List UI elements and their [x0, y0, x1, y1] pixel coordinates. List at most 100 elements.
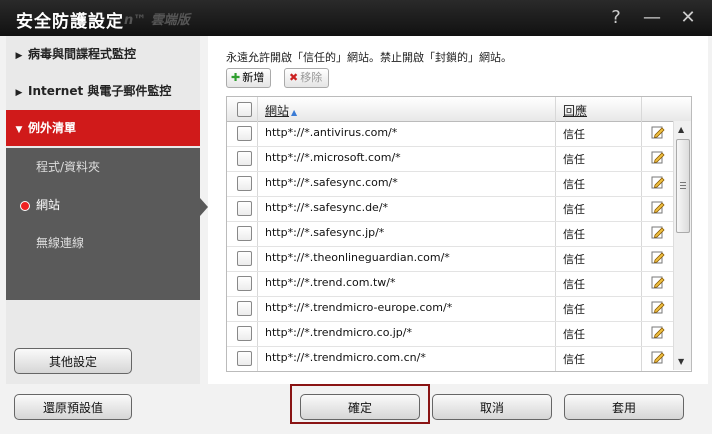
sidebar-item-label: 無線連線: [36, 236, 85, 250]
table-row[interactable]: http*://*.safesync.com/* 信任: [227, 171, 673, 197]
row-url: http*://*.safesync.jp/*: [265, 226, 385, 239]
sidebar-item-wireless[interactable]: 無線連線: [6, 224, 200, 262]
close-icon[interactable]: ✕: [676, 6, 700, 30]
row-checkbox[interactable]: [237, 126, 252, 141]
cancel-button[interactable]: 取消: [432, 394, 552, 420]
sidebar-item-exception-list[interactable]: ▼ 例外清單: [6, 110, 200, 146]
add-button-label: 新增: [242, 71, 265, 84]
pencil-icon[interactable]: [651, 225, 665, 239]
row-url: http*://*.safesync.com/*: [265, 176, 398, 189]
row-response: 信任: [563, 353, 585, 366]
sidebar-item-label: 程式/資料夾: [36, 160, 101, 174]
minimize-icon[interactable]: —: [640, 6, 664, 30]
red-dot-icon: [20, 201, 30, 211]
pencil-icon[interactable]: [651, 200, 665, 214]
pencil-icon[interactable]: [651, 150, 665, 164]
row-checkbox[interactable]: [237, 201, 252, 216]
help-icon[interactable]: ?: [604, 6, 628, 30]
sidebar-item-websites[interactable]: 網站: [6, 186, 200, 224]
pencil-icon[interactable]: [651, 325, 665, 339]
pencil-icon[interactable]: [651, 125, 665, 139]
sidebar-item-programs-folders[interactable]: 程式/資料夾: [6, 148, 200, 186]
row-url: http*://*.safesync.de/*: [265, 201, 389, 214]
plus-icon: ✚: [231, 71, 241, 84]
table-row[interactable]: http*://*.trendmicro.co.jp/* 信任: [227, 321, 673, 347]
table-row[interactable]: http*://*.theonlineguardian.com/* 信任: [227, 246, 673, 272]
window-controls: ? — ✕: [604, 6, 700, 30]
remove-button-label: 移除: [300, 71, 323, 84]
table-row[interactable]: http*://*.trendmicro.com.cn/* 信任: [227, 346, 673, 371]
scrollbar-thumb[interactable]: [676, 139, 690, 233]
pencil-icon[interactable]: [651, 350, 665, 364]
table-row[interactable]: http*://*.microsoft.com/* 信任: [227, 146, 673, 172]
settings-window: 安全防護設定 n™ 雲端版 ? — ✕ ▶ 病毒與間諜程式監控 ▶ Internet…: [0, 0, 712, 434]
scroll-up-icon[interactable]: ▲: [678, 125, 684, 134]
pencil-icon[interactable]: [651, 300, 665, 314]
row-url: http*://*.trendmicro.com.cn/*: [265, 351, 426, 364]
exception-subnav: 程式/資料夾 網站 無線連線: [6, 148, 200, 300]
table-row[interactable]: http*://*.trend.com.tw/* 信任: [227, 271, 673, 297]
remove-button[interactable]: ✖ 移除: [284, 68, 330, 88]
column-header-response[interactable]: 回應: [563, 102, 587, 119]
title-bar: 安全防護設定 n™ 雲端版 ? — ✕: [0, 0, 712, 36]
description-text: 永遠允許開啟「信任的」網站。禁止開啟「封鎖的」網站。: [226, 51, 512, 64]
pencil-icon[interactable]: [651, 175, 665, 189]
row-url: http*://*.theonlineguardian.com/*: [265, 251, 450, 264]
website-table: 網站 ▲ 回應 http*://*.antivirus.com/* 信任 http…: [226, 96, 692, 372]
table-scrollbar[interactable]: ▲ ▼: [673, 121, 691, 370]
table-row[interactable]: http*://*.safesync.jp/* 信任: [227, 221, 673, 247]
pencil-icon[interactable]: [651, 250, 665, 264]
row-response: 信任: [563, 303, 585, 316]
table-row[interactable]: http*://*.safesync.de/* 信任: [227, 196, 673, 222]
table-header: 網站 ▲ 回應: [227, 97, 691, 122]
grip-line: [680, 185, 686, 186]
row-url: http*://*.microsoft.com/*: [265, 151, 401, 164]
active-pointer-icon: [200, 198, 208, 216]
row-checkbox[interactable]: [237, 151, 252, 166]
row-url: http*://*.trendmicro.co.jp/*: [265, 326, 412, 339]
apply-button[interactable]: 套用: [564, 394, 684, 420]
chevron-right-icon: ▶: [15, 51, 23, 61]
row-response: 信任: [563, 178, 585, 191]
row-response: 信任: [563, 203, 585, 216]
other-settings-button[interactable]: 其他設定: [14, 348, 132, 374]
table-row[interactable]: http*://*.antivirus.com/* 信任: [227, 121, 673, 147]
row-url: http*://*.antivirus.com/*: [265, 126, 398, 139]
row-url: http*://*.trend.com.tw/*: [265, 276, 396, 289]
restore-defaults-button[interactable]: 還原預設值: [14, 394, 132, 420]
grip-line: [680, 182, 686, 183]
row-checkbox[interactable]: [237, 326, 252, 341]
row-checkbox[interactable]: [237, 351, 252, 366]
column-header-website[interactable]: 網站 ▲: [265, 102, 297, 119]
row-checkbox[interactable]: [237, 226, 252, 241]
row-checkbox[interactable]: [237, 276, 252, 291]
row-url: http*://*.trendmicro-europe.com/*: [265, 301, 453, 314]
sidebar: ▶ 病毒與間諜程式監控 ▶ Internet 與電子郵件監控 ▼ 例外清單 程式/資料…: [6, 36, 208, 384]
x-icon: ✖: [289, 71, 299, 84]
ok-button-highlight: [290, 384, 430, 424]
sidebar-item-virus-spyware[interactable]: ▶ 病毒與間諜程式監控: [6, 36, 200, 72]
sidebar-item-label: 病毒與間諜程式監控: [28, 47, 137, 61]
scroll-down-icon[interactable]: ▼: [678, 357, 684, 366]
row-checkbox[interactable]: [237, 176, 252, 191]
table-row[interactable]: http*://*.trendmicro-europe.com/* 信任: [227, 296, 673, 322]
row-response: 信任: [563, 328, 585, 341]
grip-line: [680, 188, 686, 189]
window-title: 安全防護設定: [16, 12, 124, 32]
add-button[interactable]: ✚ 新增: [226, 68, 272, 88]
row-response: 信任: [563, 278, 585, 291]
row-response: 信任: [563, 228, 585, 241]
row-checkbox[interactable]: [237, 301, 252, 316]
chevron-right-icon: ▶: [15, 88, 23, 98]
sidebar-item-internet-email[interactable]: ▶ Internet 與電子郵件監控: [6, 73, 200, 109]
brand-text: n™ 雲端版: [124, 13, 190, 28]
sort-ascending-icon: ▲: [291, 108, 298, 117]
row-response: 信任: [563, 153, 585, 166]
pencil-icon[interactable]: [651, 275, 665, 289]
chevron-down-icon: ▼: [15, 125, 23, 135]
sidebar-item-label: 例外清單: [28, 121, 77, 135]
row-checkbox[interactable]: [237, 251, 252, 266]
column-header-label: 網站: [265, 104, 290, 118]
select-all-checkbox[interactable]: [237, 102, 252, 117]
row-response: 信任: [563, 128, 585, 141]
